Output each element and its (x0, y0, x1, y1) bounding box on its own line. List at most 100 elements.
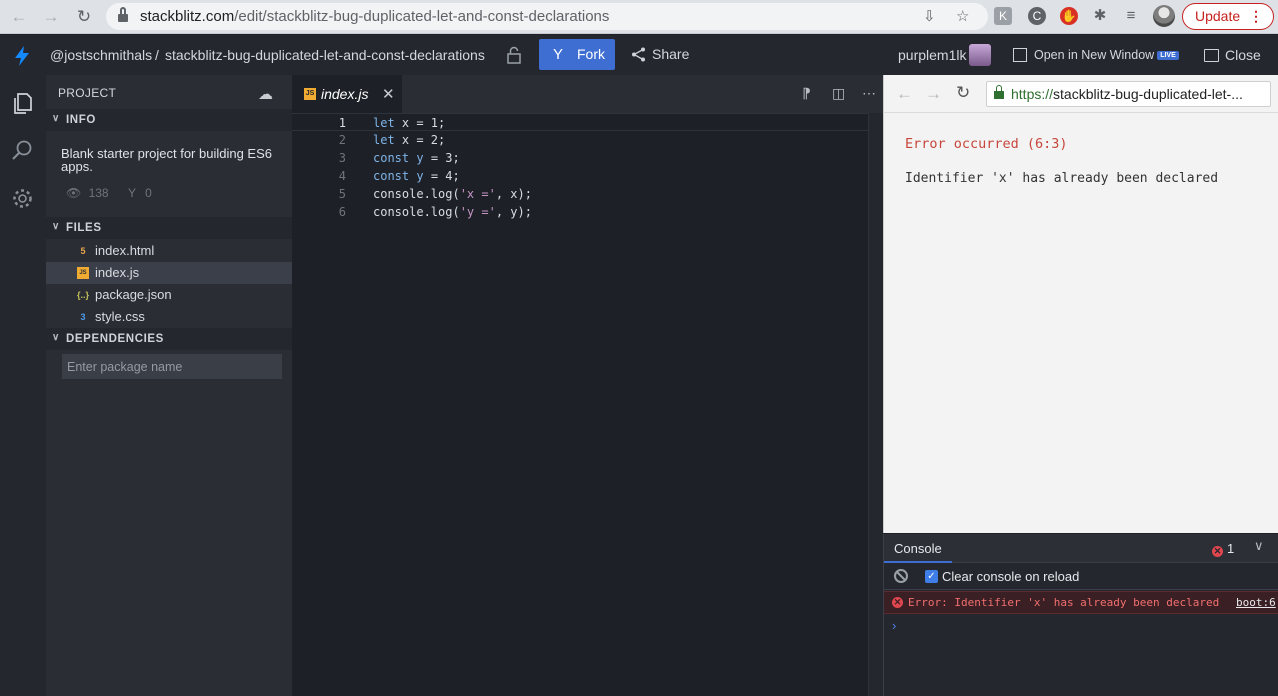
error-message: Identifier 'x' has already been declared (905, 171, 1219, 186)
chevron-down-icon: ∨ (52, 221, 60, 232)
adblock-icon[interactable]: ✋ (1060, 7, 1078, 25)
lock-icon (994, 85, 1004, 99)
update-button[interactable]: Update ⋮ (1182, 3, 1274, 30)
reload-icon[interactable]: ↻ (74, 7, 94, 27)
console-prompt[interactable]: › (892, 618, 896, 633)
project-sidebar: PROJECT ☁ ∨ INFO Blank starter project fo… (46, 75, 292, 696)
error-title: Error occurred (6:3) (905, 136, 1068, 152)
code-editor: JS index.js ✕ ⁋ ◫ ⋯ 1 let x = 1; 2 let x =… (292, 75, 883, 696)
update-label: Update (1195, 8, 1241, 24)
file-item-index-html[interactable]: 5 index.html (46, 240, 292, 262)
html-file-icon: 5 (80, 246, 86, 256)
more-actions-icon[interactable]: ⋯ (862, 85, 876, 102)
clear-on-reload-label[interactable]: Clear console on reload (942, 569, 1079, 584)
file-item-index-js[interactable]: JS index.js (46, 262, 292, 284)
open-new-window-button[interactable]: Open in New Window LIVE (1013, 48, 1179, 62)
fork-button[interactable]: Y Fork (539, 39, 615, 70)
error-count: 1 (1227, 541, 1235, 556)
unlock-icon[interactable] (506, 46, 522, 64)
live-badge: LIVE (1157, 51, 1179, 61)
code-line[interactable]: 1 let x = 1; (292, 113, 883, 131)
files-icon[interactable] (10, 91, 35, 116)
breadcrumb-separator: / (155, 47, 159, 63)
forward-icon[interactable]: → (41, 7, 61, 27)
project-description: Blank starter project for building ES6 a… (61, 146, 272, 174)
code-text: console.log('x =', x); (373, 187, 532, 201)
search-icon[interactable] (10, 138, 35, 163)
error-source-link[interactable]: boot:6 (1236, 596, 1276, 609)
code-line[interactable]: 2 let x = 2; (292, 131, 883, 149)
share-icon (632, 47, 645, 62)
address-url[interactable]: stackblitz.com/edit/stackblitz-bug-dupli… (140, 8, 609, 25)
code-text: let x = 1; (373, 116, 446, 130)
open-new-window-label: Open in New Window (1034, 48, 1155, 62)
preview-back-icon[interactable]: ← (896, 84, 913, 104)
code-line[interactable]: 5 console.log('x =', x); (292, 185, 883, 203)
extension-icon[interactable]: K (994, 7, 1012, 25)
package-name-input[interactable] (62, 354, 282, 379)
console-options: ✓ Clear console on reload (884, 564, 1278, 590)
owner-link[interactable]: @jostschmithals (50, 47, 152, 63)
close-button[interactable]: Close (1204, 47, 1261, 63)
dependencies-label: DEPENDENCIES (66, 333, 164, 345)
files-section-header[interactable]: ∨ FILES (46, 217, 292, 239)
line-number: 1 (338, 116, 346, 130)
fork-count: 0 (145, 186, 152, 200)
view-count: 138 (88, 186, 109, 200)
activity-bar (0, 75, 46, 696)
code-text: const y = 4; (373, 169, 460, 183)
address-bar[interactable]: stackblitz.com/edit/stackblitz-bug-dupli… (106, 3, 988, 30)
bookmark-star-icon[interactable]: ☆ (956, 7, 969, 25)
close-tab-icon[interactable]: ✕ (382, 85, 395, 103)
project-title[interactable]: stackblitz-bug-duplicated-let-and-const-… (165, 47, 485, 63)
install-icon[interactable]: ⇩ (923, 7, 936, 25)
preview-forward-icon[interactable]: → (925, 84, 942, 104)
preview-reload-icon[interactable]: ↻ (956, 83, 970, 103)
tab-index-js[interactable]: JS index.js ✕ (292, 75, 402, 113)
clear-on-reload-checkbox[interactable]: ✓ (925, 570, 938, 583)
console-error-message: Error: Identifier 'x' has already been d… (908, 596, 1220, 609)
code-line[interactable]: 3 const y = 3; (292, 149, 883, 167)
js-file-icon: JS (304, 88, 316, 100)
info-section-header[interactable]: ∨ INFO (46, 109, 292, 131)
extensions-puzzle-icon[interactable]: ✱ (1091, 7, 1109, 25)
settings-gear-icon[interactable] (10, 186, 35, 211)
sidebar-header: PROJECT (58, 86, 117, 100)
line-number: 5 (338, 187, 346, 201)
code-line[interactable]: 4 const y = 4; (292, 167, 883, 185)
file-item-style-css[interactable]: 3 style.css (46, 306, 292, 328)
preview-url-bar[interactable]: https://stackblitz-bug-duplicated-let-..… (986, 81, 1271, 107)
chevron-down-icon: ∨ (52, 332, 60, 343)
share-button[interactable]: Share (631, 46, 689, 62)
dependencies-section-header[interactable]: ∨ DEPENDENCIES (46, 328, 292, 350)
close-panel-icon (1204, 49, 1219, 62)
file-name: index.js (95, 265, 140, 280)
browser-toolbar: ← → ↻ stackblitz.com/edit/stackblitz-bug… (0, 0, 1278, 34)
preview-pane: ← → ↻ https://stackblitz-bug-duplicated-… (883, 75, 1278, 533)
eye-icon: 👁 (66, 186, 82, 200)
user-avatar[interactable] (969, 44, 991, 66)
extension-icon[interactable]: C (1028, 7, 1046, 25)
url-host: stackblitz.com (140, 8, 235, 25)
info-label: INFO (66, 114, 96, 126)
split-editor-icon[interactable]: ◫ (832, 85, 845, 102)
cloud-upload-icon[interactable]: ☁ (258, 85, 273, 103)
stackblitz-logo-icon[interactable] (10, 44, 34, 68)
clear-console-icon[interactable] (894, 569, 908, 583)
share-label: Share (652, 46, 690, 62)
reading-list-icon[interactable]: ≡ (1122, 7, 1140, 25)
chevron-down-icon: ∨ (52, 113, 60, 124)
profile-avatar[interactable] (1153, 5, 1175, 27)
fork-label: Fork (577, 46, 605, 62)
file-name: index.html (95, 243, 155, 258)
prettier-format-icon[interactable]: ⁋ (802, 85, 811, 102)
tab-console[interactable]: Console (884, 534, 952, 563)
code-line[interactable]: 6 console.log('y =', y); (292, 203, 883, 221)
username[interactable]: purplem1lk (898, 47, 966, 63)
code-lines[interactable]: 1 let x = 1; 2 let x = 2; 3 const y = 3; 4 c… (292, 113, 883, 221)
file-item-package-json[interactable]: {..} package.json (46, 284, 292, 306)
more-icon: ⋮ (1249, 8, 1263, 24)
editor-scrollbar[interactable] (868, 113, 883, 696)
chevron-down-icon[interactable]: ∨ (1254, 538, 1264, 554)
back-icon[interactable]: ← (9, 7, 29, 27)
